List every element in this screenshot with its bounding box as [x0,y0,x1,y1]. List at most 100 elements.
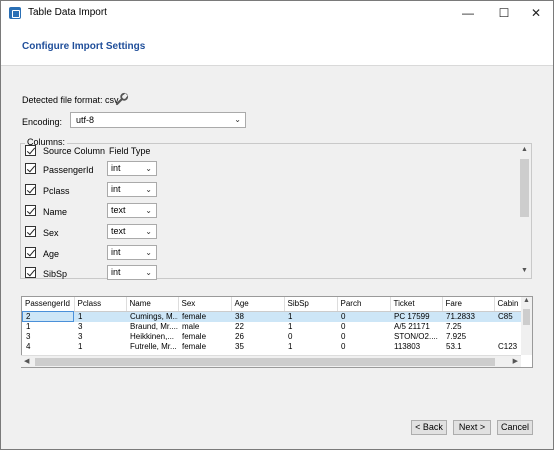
encoding-select[interactable]: utf-8 ⌄ [70,112,246,128]
scroll-right-icon[interactable]: ▶ [513,357,518,365]
table-cell: 7.925 [446,331,467,341]
column-checkbox[interactable] [25,247,36,258]
table-cell: 22 [235,321,244,331]
chevron-down-icon: ⌄ [145,206,152,215]
columns-scrollbar[interactable]: ▲ ▼ [518,145,531,277]
column-header[interactable]: Fare [442,297,495,312]
field-type-select[interactable]: int ⌄ [107,182,157,197]
field-type-value: text [111,205,126,215]
table-cell: Cumings, M... [126,311,178,322]
table-row[interactable]: 1 3 Braund, Mr.... male 22 1 0 A/5 21171… [22,322,522,332]
table-cell: 1 [26,321,31,331]
select-all-checkbox[interactable] [25,145,36,156]
table-cell: male [182,321,200,331]
field-type-select[interactable]: text ⌄ [107,203,157,218]
field-type-value: text [111,226,126,236]
page-title: Configure Import Settings [22,41,146,52]
columns-group [20,143,532,279]
cancel-button[interactable]: Cancel [497,420,533,435]
field-type-select[interactable]: text ⌄ [107,224,157,239]
table-row[interactable]: 4 1 Futrelle, Mr... female 35 1 0 113803… [22,342,522,352]
table-cell: 1 [288,321,293,331]
field-type-value: int [111,184,121,194]
back-button[interactable]: < Back [411,420,447,435]
scroll-thumb[interactable] [520,159,529,217]
column-checkbox[interactable] [25,267,36,278]
column-header[interactable]: Parch [337,297,391,312]
table-cell: 1 [284,311,337,322]
encoding-label: Encoding: [22,117,63,127]
column-name: Sex [43,228,59,238]
app-icon [9,7,21,19]
table-cell: 1 [74,311,126,322]
table-cell: 0 [341,341,346,351]
table-header-row: PassengerId Pclass Name Sex Age SibSp Pa… [22,297,523,312]
column-header[interactable]: Pclass [74,297,127,312]
column-header[interactable]: Cabin [494,297,523,312]
field-type-value: int [111,267,121,277]
column-name: PassengerId [43,165,94,175]
preview-horizontal-scrollbar[interactable]: ◀ ▶ [21,355,521,367]
column-header[interactable]: Age [231,297,285,312]
table-cell: 0 [341,321,346,331]
table-cell: 3 [26,331,31,341]
table-cell: Braund, Mr.... [130,321,178,331]
table-cell: Futrelle, Mr... [130,341,177,351]
source-column-header: Source Column [43,146,106,156]
column-header[interactable]: PassengerId [22,297,75,312]
table-cell: 4 [26,341,31,351]
scroll-down-icon[interactable]: ▼ [518,267,531,274]
scroll-up-icon[interactable]: ▲ [521,297,532,304]
column-checkbox[interactable] [25,226,36,237]
field-type-select[interactable]: int ⌄ [107,265,157,280]
field-type-header: Field Type [109,146,151,156]
chevron-down-icon: ⌄ [145,227,152,236]
encoding-value: utf-8 [76,115,95,125]
preview-vertical-scrollbar[interactable]: ▲ [521,297,532,355]
scroll-up-icon[interactable]: ▲ [518,146,531,153]
table-cell: 53.1 [446,341,462,351]
wrench-icon[interactable] [115,92,129,106]
minimize-button[interactable]: — [451,1,485,26]
column-checkbox[interactable] [25,163,36,174]
table-cell: 38 [231,311,284,322]
table-row[interactable]: 2 1 Cumings, M... female 38 1 0 PC 17599… [22,311,522,322]
field-type-select[interactable]: int ⌄ [107,161,157,176]
chevron-down-icon: ⌄ [145,248,152,257]
column-name: Pclass [43,186,70,196]
table-cell: female [182,341,207,351]
table-cell: 71.2833 [442,311,494,322]
table-cell: 0 [288,331,293,341]
table-cell: 113803 [394,341,421,351]
title-bar: Table Data Import — ☐ ✕ [1,1,553,26]
scroll-thumb[interactable] [35,358,495,366]
close-button[interactable]: ✕ [519,1,553,26]
table-cell: 0 [341,331,346,341]
scroll-thumb[interactable] [523,309,530,325]
wizard-header: Configure Import Settings [1,26,553,66]
column-header[interactable]: Ticket [390,297,443,312]
table-row[interactable]: 3 3 Heikkinen,... female 26 0 0 STON/O2.… [22,332,522,342]
column-header[interactable]: Name [126,297,179,312]
table-cell: STON/O2.... [394,331,438,341]
field-type-value: int [111,247,121,257]
table-cell: A/5 21171 [394,321,430,331]
table-cell: 35 [235,341,244,351]
column-header[interactable]: Sex [178,297,232,312]
table-cell: 7.25 [446,321,462,331]
scroll-left-icon[interactable]: ◀ [24,357,29,365]
table-cell: female [182,331,207,341]
column-checkbox[interactable] [25,184,36,195]
detected-format-label: Detected file format: csv [22,95,119,105]
chevron-down-icon: ⌄ [145,268,152,277]
column-name: SibSp [43,269,68,279]
maximize-button[interactable]: ☐ [487,1,521,26]
column-checkbox[interactable] [25,205,36,216]
table-cell: 26 [235,331,244,341]
chevron-down-icon: ⌄ [234,115,241,124]
column-name: Name [43,207,68,217]
next-button[interactable]: Next > [453,420,491,435]
field-type-select[interactable]: int ⌄ [107,245,157,260]
import-wizard-window: Table Data Import — ☐ ✕ Configure Import… [0,0,554,450]
column-header[interactable]: SibSp [284,297,338,312]
